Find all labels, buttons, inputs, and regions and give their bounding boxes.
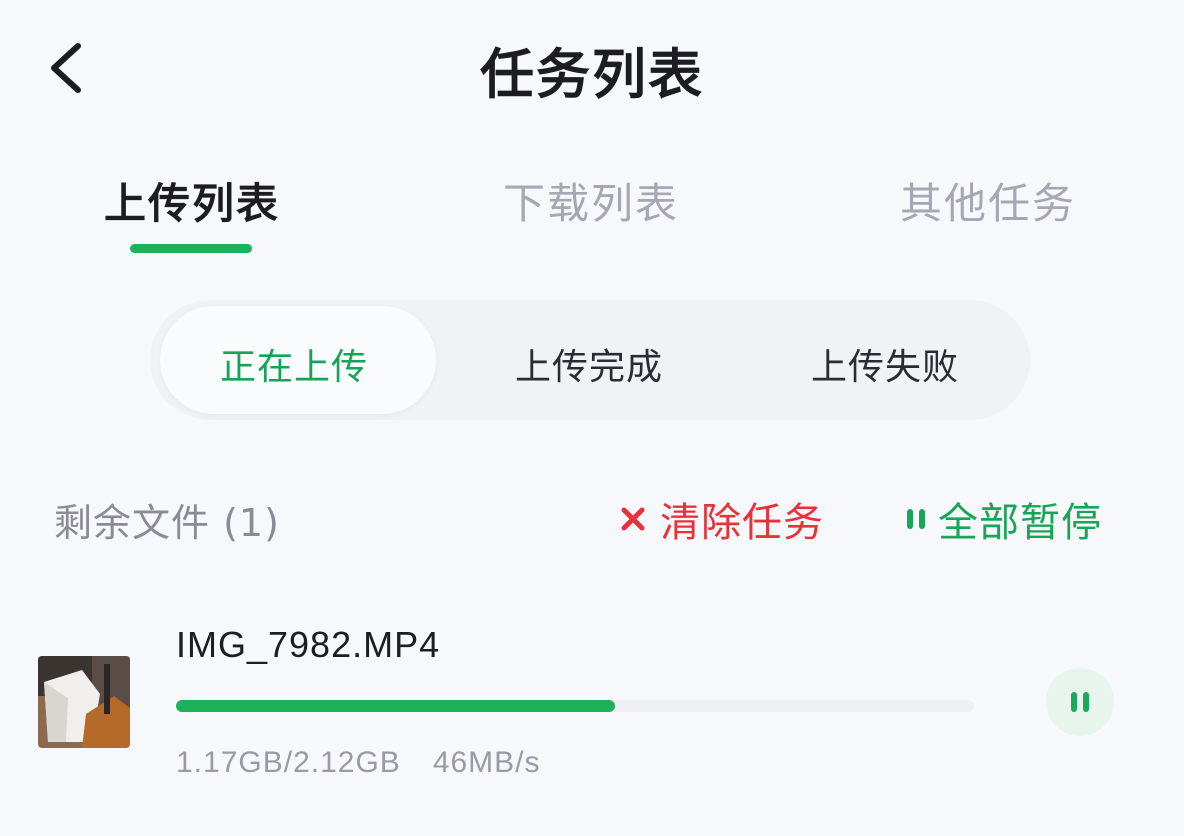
tab-other-tasks[interactable]: 其他任务 bbox=[900, 170, 1076, 231]
pause-icon bbox=[1071, 692, 1089, 712]
tab-upload-list[interactable]: 上传列表 bbox=[104, 170, 280, 231]
upload-progress-fill bbox=[176, 700, 615, 712]
task-stats: 1.17GB/2.12GB 46MB/s bbox=[176, 746, 541, 780]
clear-tasks-button[interactable]: 清除任务 bbox=[620, 490, 824, 548]
pause-icon bbox=[907, 509, 925, 529]
filter-uploading[interactable]: 正在上传 bbox=[220, 338, 368, 390]
pause-all-button[interactable]: 全部暂停 bbox=[904, 490, 1102, 548]
active-tab-indicator bbox=[130, 244, 252, 253]
clear-tasks-label: 清除任务 bbox=[660, 500, 824, 546]
remaining-files-count: 剩余文件 (1) bbox=[54, 501, 280, 545]
close-icon bbox=[621, 507, 645, 531]
upload-speed: 46MB/s bbox=[432, 746, 541, 779]
main-tabs: 上传列表 下载列表 其他任务 bbox=[0, 170, 1184, 270]
video-thumbnail bbox=[38, 656, 130, 748]
size-progress: 1.17GB/2.12GB bbox=[176, 746, 401, 779]
upload-task-row[interactable]: IMG_7982.MP4 1.17GB/2.12GB 46MB/s bbox=[0, 600, 1184, 800]
filter-upload-complete[interactable]: 上传完成 bbox=[515, 338, 663, 390]
file-name: IMG_7982.MP4 bbox=[176, 624, 441, 665]
tab-download-list[interactable]: 下载列表 bbox=[503, 170, 679, 231]
pause-all-label: 全部暂停 bbox=[938, 500, 1102, 546]
upload-progress-bar bbox=[176, 700, 974, 712]
page-title: 任务列表 bbox=[480, 43, 704, 106]
filter-upload-failed[interactable]: 上传失败 bbox=[811, 338, 959, 390]
header: 任务列表 bbox=[0, 0, 1184, 140]
pause-task-button[interactable] bbox=[1046, 668, 1114, 736]
